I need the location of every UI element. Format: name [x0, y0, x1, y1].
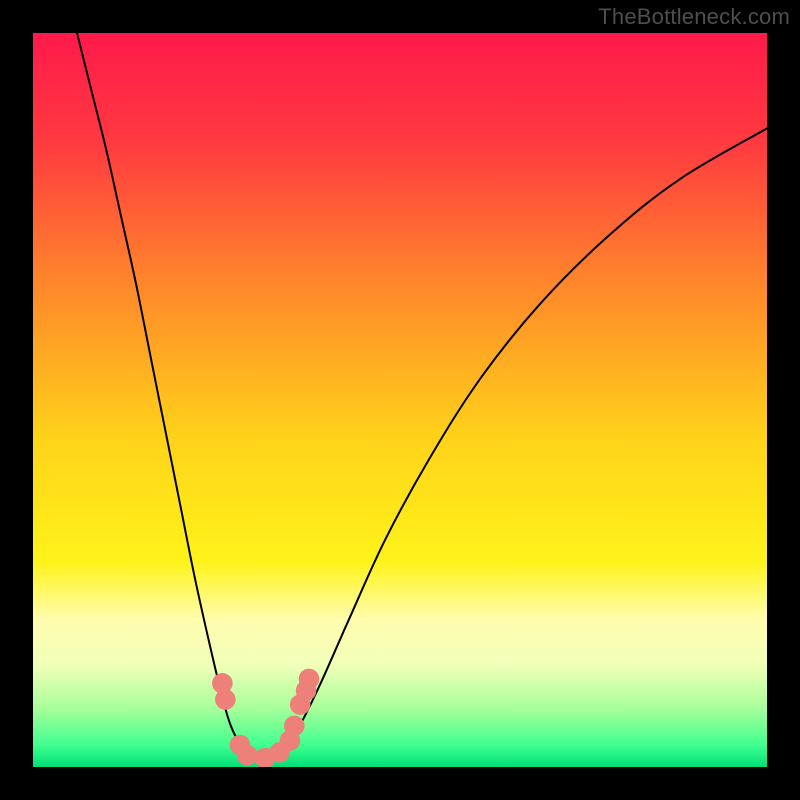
plot-svg: [33, 33, 767, 767]
gradient-background: [33, 33, 767, 767]
chart-container: TheBottleneck.com: [0, 0, 800, 800]
plot-area: [33, 33, 767, 767]
data-marker: [299, 669, 320, 690]
data-marker: [237, 745, 258, 766]
watermark-text: TheBottleneck.com: [598, 4, 790, 30]
data-marker: [284, 716, 305, 737]
data-marker: [215, 689, 236, 710]
